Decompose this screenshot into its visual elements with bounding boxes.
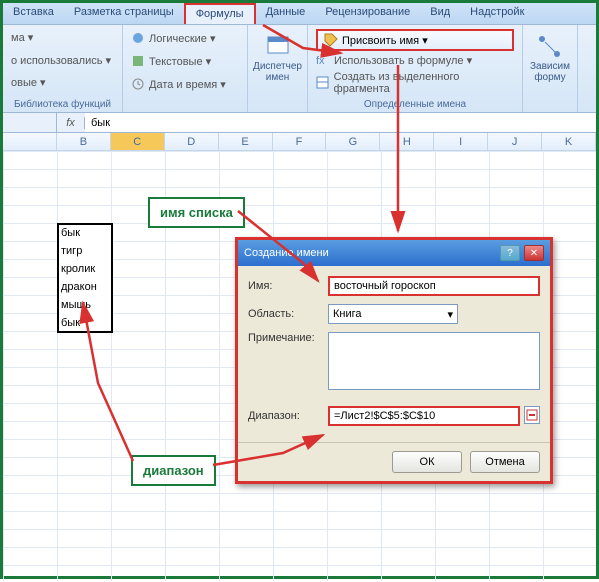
cell-c5[interactable]: бык xyxy=(58,224,112,242)
cancel-button[interactable]: Отмена xyxy=(470,451,540,473)
tag-icon xyxy=(324,33,338,47)
collapse-icon xyxy=(526,409,538,421)
tab-data[interactable]: Данные xyxy=(256,3,316,24)
help-button[interactable]: ? xyxy=(500,245,520,261)
text-icon xyxy=(131,54,145,68)
close-button[interactable]: ✕ xyxy=(524,245,544,261)
tab-addins[interactable]: Надстройк xyxy=(460,3,534,24)
fx-button[interactable]: fx xyxy=(57,117,85,129)
col-head-b[interactable]: B xyxy=(57,133,111,150)
assign-name-button[interactable]: Присвоить имя ▾ xyxy=(316,29,514,51)
create-from-selection-button[interactable]: Создать из выделенного фрагмента xyxy=(316,69,514,97)
group-label-defnames: Определенные имена xyxy=(316,97,514,110)
col-head-j[interactable]: J xyxy=(488,133,542,150)
label-comment: Примечание: xyxy=(248,332,328,344)
ribbon-truncated[interactable]: ма ▾ xyxy=(11,29,114,46)
tab-insert[interactable]: Вставка xyxy=(3,3,64,24)
svg-text:fx: fx xyxy=(316,55,325,67)
ribbon-text[interactable]: Текстовые ▾ xyxy=(131,52,239,70)
cell-c10[interactable]: бык xyxy=(58,314,112,332)
trace-icon xyxy=(536,33,564,61)
group-label-lib: Библиотека функций xyxy=(11,97,114,110)
scope-select[interactable]: Книга ▾ xyxy=(328,304,458,324)
ribbon-logical[interactable]: Логические ▾ xyxy=(131,29,239,47)
label-name: Имя: xyxy=(248,280,328,292)
col-head-f[interactable]: F xyxy=(273,133,327,150)
tab-review[interactable]: Рецензирование xyxy=(315,3,420,24)
cell-c8[interactable]: дракон xyxy=(58,278,112,296)
fx-icon: fx xyxy=(316,53,330,67)
tab-formulas[interactable]: Формулы xyxy=(184,3,256,24)
callout-range: диапазон xyxy=(131,455,216,486)
range-input[interactable] xyxy=(328,406,520,426)
callout-list-name: имя списка xyxy=(148,197,245,228)
col-head-h[interactable]: H xyxy=(380,133,434,150)
tab-layout[interactable]: Разметка страницы xyxy=(64,3,184,24)
comment-textarea[interactable] xyxy=(328,332,540,390)
create-name-dialog: Создание имени ? ✕ Имя: Область: Книга ▾… xyxy=(235,237,553,484)
dialog-titlebar[interactable]: Создание имени ? ✕ xyxy=(238,240,550,266)
ribbon: ма ▾ о использовались ▾ овые ▾ Библиотек… xyxy=(3,25,596,113)
formula-bar: fx бык xyxy=(3,113,596,133)
col-head-c[interactable]: C xyxy=(111,133,165,150)
ribbon-tabs: Вставка Разметка страницы Формулы Данные… xyxy=(3,3,596,25)
formula-input[interactable]: бык xyxy=(85,113,596,132)
column-headers: B C D E F G H I J K xyxy=(3,133,596,151)
chevron-down-icon: ▾ xyxy=(447,308,453,321)
col-head-i[interactable]: I xyxy=(434,133,488,150)
ref-picker-button[interactable] xyxy=(524,406,540,424)
name-box[interactable] xyxy=(3,113,57,132)
logic-icon xyxy=(131,31,145,45)
cell-c9[interactable]: мышь xyxy=(58,296,112,314)
ribbon-more[interactable]: овые ▾ xyxy=(11,74,114,91)
cell-c6[interactable]: тигр xyxy=(58,242,112,260)
dependents-button[interactable]: Зависим форму xyxy=(524,29,576,87)
label-scope: Область: xyxy=(248,308,328,320)
label-range: Диапазон: xyxy=(248,410,328,422)
grid-icon xyxy=(316,76,330,90)
name-manager-icon xyxy=(264,33,292,61)
dialog-title-text: Создание имени xyxy=(244,247,329,259)
name-input[interactable] xyxy=(328,276,540,296)
ribbon-datetime[interactable]: Дата и время ▾ xyxy=(131,75,239,93)
col-head-g[interactable]: G xyxy=(326,133,380,150)
name-manager-button[interactable]: Диспетчер имен xyxy=(247,29,308,87)
clock-icon xyxy=(131,77,145,91)
col-head[interactable] xyxy=(3,133,57,150)
col-head-k[interactable]: K xyxy=(542,133,596,150)
cell-c7[interactable]: кролик xyxy=(58,260,112,278)
col-head-e[interactable]: E xyxy=(219,133,273,150)
tab-view[interactable]: Вид xyxy=(420,3,460,24)
col-head-d[interactable]: D xyxy=(165,133,219,150)
use-in-formula-button[interactable]: fxИспользовать в формуле ▾ xyxy=(316,51,514,69)
ribbon-recent[interactable]: о использовались ▾ xyxy=(11,52,114,69)
ok-button[interactable]: ОК xyxy=(392,451,462,473)
